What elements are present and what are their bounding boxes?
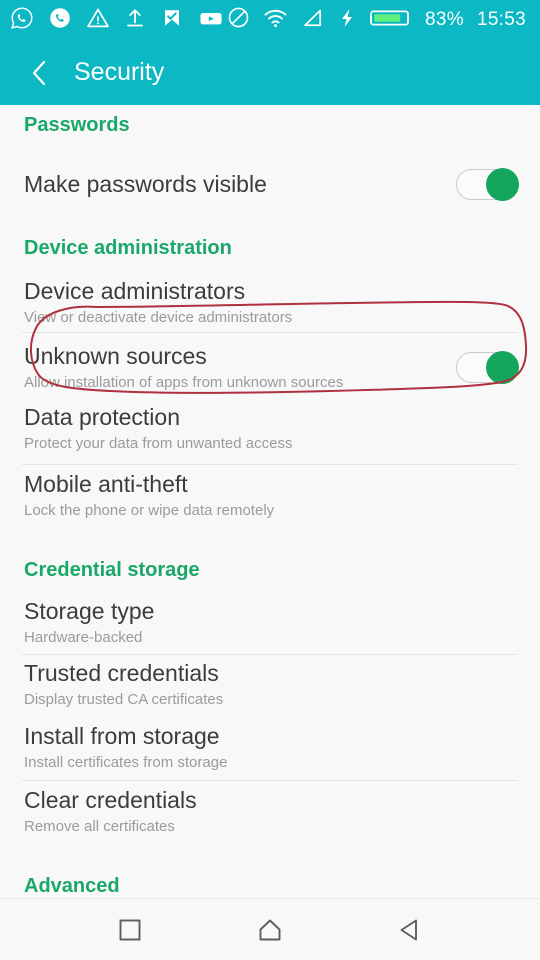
row-texts: Data protection Protect your data from u…: [24, 402, 518, 454]
row-texts: Clear credentials Remove all certificate…: [24, 785, 518, 837]
setting-row-device-administrators[interactable]: Device administrators View or deactivate…: [0, 274, 540, 332]
section-header-advanced: Advanced: [24, 875, 120, 897]
row-title: Clear credentials: [24, 787, 197, 813]
do-not-disturb-icon: [227, 6, 250, 34]
back-triangle-icon[interactable]: [383, 903, 437, 957]
row-title: Storage type: [24, 598, 155, 624]
toggle-thumb: [486, 350, 519, 384]
charging-bolt-icon: [337, 7, 357, 34]
whatsapp-icon: [10, 6, 34, 35]
row-title: Unknown sources: [24, 343, 207, 369]
row-texts: Install from storage Install certificate…: [24, 721, 518, 773]
setting-row-storage-type[interactable]: Storage type Hardware-backed: [0, 596, 540, 654]
row-subtitle: Lock the phone or wipe data remotely: [24, 502, 275, 519]
row-subtitle: Display trusted CA certificates: [24, 691, 224, 708]
row-texts: Storage type Hardware-backed: [24, 596, 518, 648]
row-title: Data protection: [24, 404, 180, 430]
row-title: Device administrators: [24, 278, 246, 304]
status-bar: 83% 15:53: [0, 0, 540, 40]
upload-icon: [124, 6, 146, 35]
back-chevron-icon[interactable]: [22, 55, 58, 91]
row-subtitle: Install certificates from storage: [24, 754, 228, 771]
row-subtitle: Remove all certificates: [24, 818, 175, 835]
setting-row-clear-credentials[interactable]: Clear credentials Remove all certificate…: [0, 781, 540, 843]
row-texts: Trusted credentials Display trusted CA c…: [24, 658, 518, 710]
settings-list[interactable]: Passwords Make passwords visible Device …: [0, 105, 540, 898]
navigation-bar: [0, 898, 540, 960]
setting-row-unknown-sources[interactable]: Unknown sources Allow installation of ap…: [0, 333, 540, 401]
youtube-icon: [198, 6, 224, 35]
row-subtitle: Protect your data from unwanted access: [24, 435, 293, 452]
section-header-passwords: Passwords: [24, 114, 130, 136]
toggle-unknown-sources[interactable]: [456, 350, 519, 384]
battery-percent-label: 83%: [425, 9, 464, 30]
wifi-icon: [263, 7, 288, 34]
row-texts: Device administrators View or deactivate…: [24, 276, 518, 328]
phone-call-icon: [48, 6, 72, 35]
toggle-thumb: [486, 167, 519, 201]
status-bar-notification-icons: [10, 6, 224, 35]
row-subtitle: View or deactivate device administrators: [24, 309, 293, 326]
page-title: Security: [74, 58, 165, 86]
recents-square-icon[interactable]: [103, 903, 157, 957]
phone-screen: 83% 15:53 Security Passwords Make passwo…: [0, 0, 540, 960]
row-texts: Mobile anti-theft Lock the phone or wipe…: [24, 469, 518, 521]
home-icon[interactable]: [243, 903, 297, 957]
setting-row-make-passwords-visible[interactable]: Make passwords visible: [0, 157, 540, 211]
row-title: Mobile anti-theft: [24, 471, 188, 497]
section-header-device-administration: Device administration: [24, 237, 232, 259]
row-subtitle: Hardware-backed: [24, 629, 143, 646]
row-title: Make passwords visible: [24, 171, 267, 197]
row-subtitle: Allow installation of apps from unknown …: [24, 374, 344, 391]
row-title: Trusted credentials: [24, 660, 219, 686]
setting-row-mobile-anti-theft[interactable]: Mobile anti-theft Lock the phone or wipe…: [0, 465, 540, 529]
app-bar: Security: [0, 40, 540, 105]
warning-triangle-icon: [86, 6, 110, 35]
battery-icon: [370, 7, 412, 34]
setting-row-data-protection[interactable]: Data protection Protect your data from u…: [0, 402, 540, 464]
section-header-credential-storage: Credential storage: [24, 559, 200, 581]
clock-label: 15:53: [476, 9, 526, 30]
setting-row-trusted-credentials[interactable]: Trusted credentials Display trusted CA c…: [0, 655, 540, 717]
status-bar-system-icons: 83% 15:53: [227, 6, 526, 34]
setting-row-install-from-storage[interactable]: Install from storage Install certificate…: [0, 718, 540, 780]
signal-icon: [301, 7, 324, 34]
row-texts: Make passwords visible: [24, 169, 456, 199]
toggle-make-passwords-visible[interactable]: [456, 167, 519, 201]
checkmark-flag-icon: [160, 6, 184, 35]
row-title: Install from storage: [24, 723, 220, 749]
row-texts: Unknown sources Allow installation of ap…: [24, 341, 456, 393]
